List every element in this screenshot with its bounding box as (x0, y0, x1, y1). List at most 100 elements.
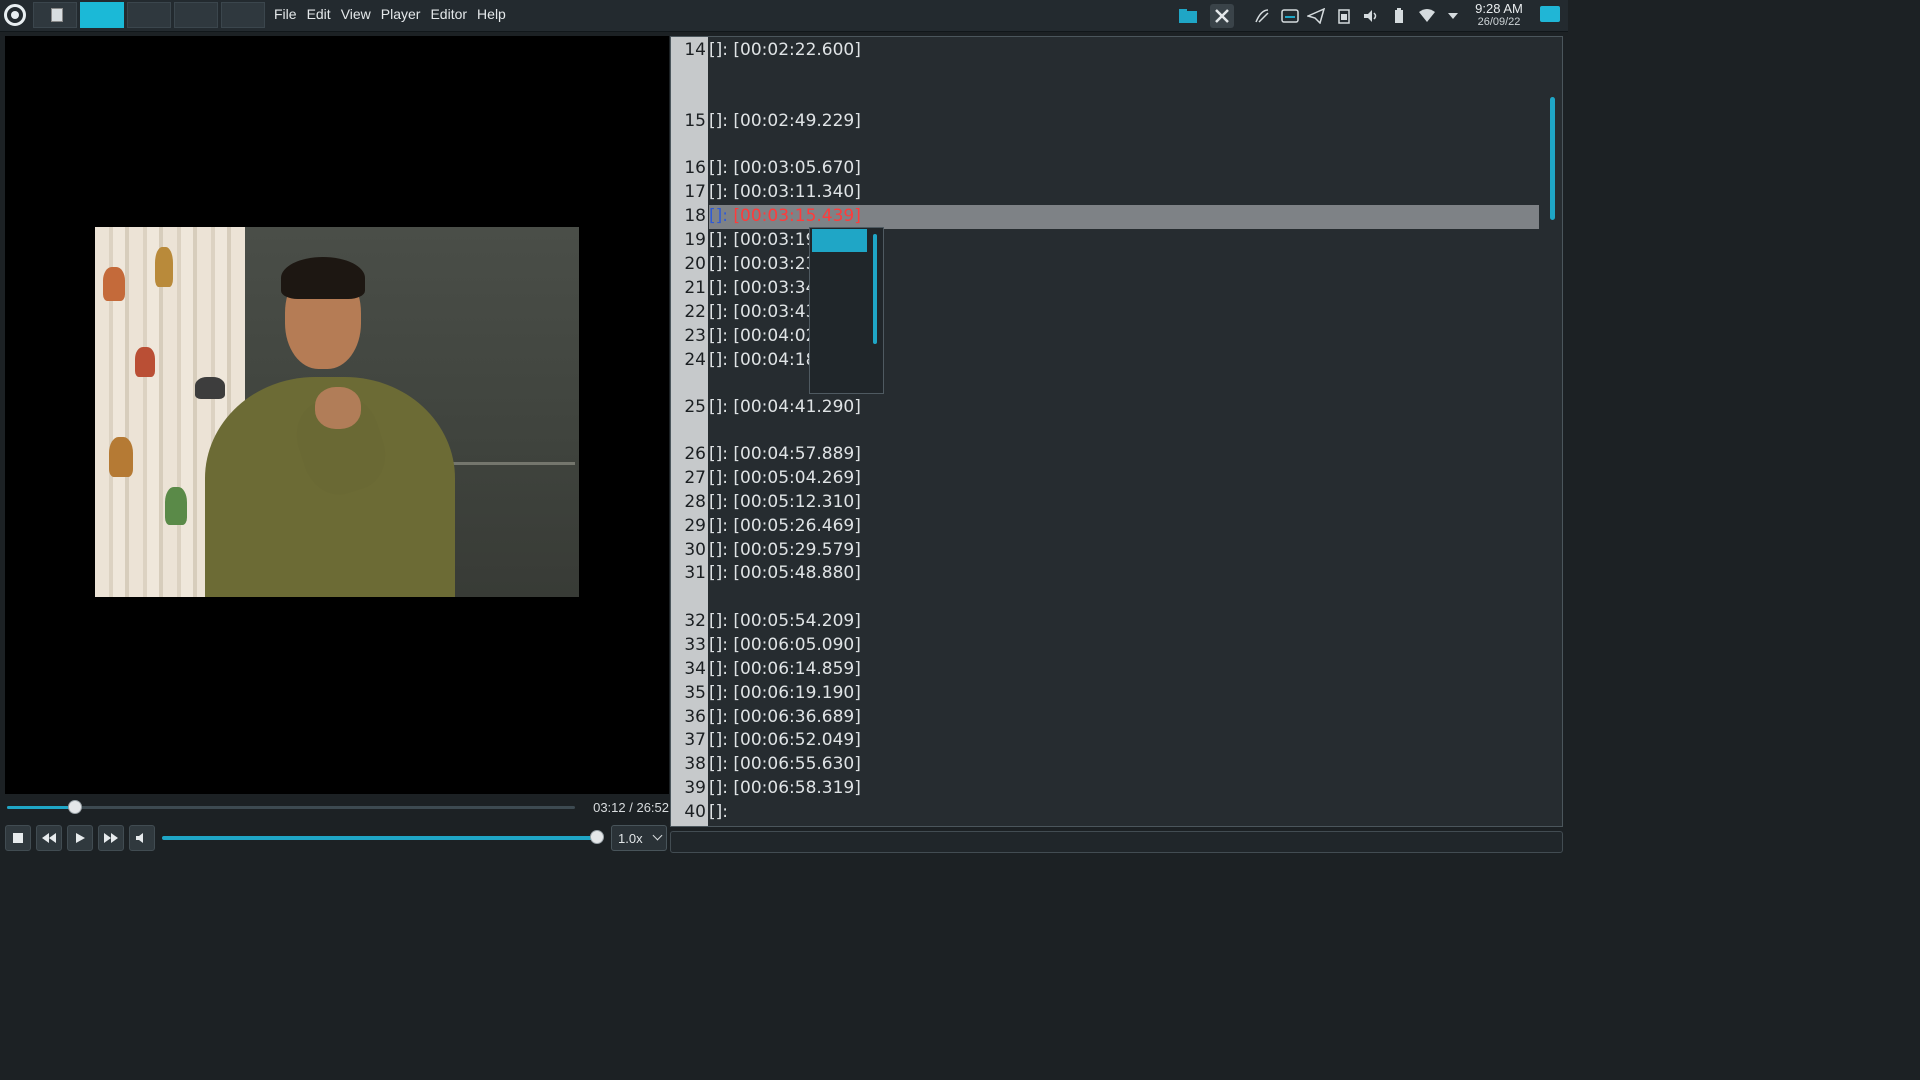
transcript-line[interactable]: 28 []: [00:05:12.310] (671, 491, 1543, 515)
task-button-empty[interactable] (221, 2, 265, 28)
stop-button[interactable] (5, 825, 31, 851)
file-manager-icon[interactable] (1176, 4, 1200, 28)
speaker-tag: []: (709, 111, 734, 131)
line-text[interactable]: []: [00:06:55.630] (709, 753, 1539, 777)
transcript-line[interactable]: 24 []: [00:04:18.60 (671, 349, 1543, 396)
line-text[interactable]: []: [00:05:04.269] (709, 467, 1539, 491)
autocomplete-item[interactable] (812, 323, 867, 346)
line-text[interactable]: []: [00:05:29.579] (709, 539, 1539, 563)
show-desktop-icon[interactable] (1540, 6, 1560, 22)
play-button[interactable] (67, 825, 93, 851)
line-text[interactable]: []: [00:04:41.290] (709, 396, 1539, 420)
task-button-active[interactable] (80, 2, 124, 28)
transcript-line[interactable]: 20 []: [00:03:23.610] (671, 253, 1543, 277)
line-text[interactable]: []: [00:06:52.049] (709, 729, 1539, 753)
xournal-icon[interactable] (1210, 4, 1234, 28)
transcript-line[interactable]: 31 []: [00:05:48.880] (671, 562, 1543, 610)
line-number: 35 (684, 683, 706, 703)
line-text[interactable]: []: [00:06:05.090] (709, 634, 1539, 658)
transcript-line[interactable]: 37 []: [00:06:52.049] (671, 729, 1543, 753)
transcript-line[interactable]: 27 []: [00:05:04.269] (671, 467, 1543, 491)
transcript-line[interactable]: 33 []: [00:06:05.090] (671, 634, 1543, 658)
mute-button[interactable] (129, 825, 155, 851)
rewind-button[interactable] (36, 825, 62, 851)
battery-icon[interactable] (1387, 4, 1411, 28)
autocomplete-item[interactable] (812, 371, 867, 394)
autocomplete-scrollbar[interactable] (873, 234, 877, 344)
transcript-line[interactable]: 23 []: [00:04:02.269] (671, 325, 1543, 349)
line-text[interactable]: []: (709, 801, 1539, 825)
transcript-line[interactable]: 21 []: [00:03:34.430] (671, 277, 1543, 301)
speed-select[interactable]: 1.0x (611, 825, 667, 851)
transcript-line[interactable]: 30 []: [00:05:29.579] (671, 539, 1543, 563)
menu-player[interactable]: Player (381, 6, 421, 26)
line-text[interactable]: []: [00:05:26.469] (709, 515, 1539, 539)
task-button-mpv[interactable] (33, 2, 77, 28)
task-button-empty[interactable] (127, 2, 171, 28)
menu-editor[interactable]: Editor (430, 6, 467, 26)
autocomplete-item[interactable] (812, 253, 867, 276)
volume-icon[interactable] (1359, 4, 1383, 28)
status-field[interactable] (670, 831, 1563, 853)
menu-help[interactable]: Help (477, 6, 506, 26)
transcript-line[interactable]: 19 []: [00:03:19.520] (671, 229, 1543, 253)
transcript-line[interactable]: 36 []: [00:06:36.689] (671, 706, 1543, 730)
line-text[interactable]: []: [00:06:36.689] (709, 706, 1539, 730)
autocomplete-item[interactable] (812, 276, 867, 299)
autocomplete-popup[interactable] (809, 227, 884, 394)
transcript-line[interactable]: 16 []: [00:03:05.670] (671, 157, 1543, 181)
line-text[interactable]: []: [00:05:54.209] (709, 610, 1539, 634)
autocomplete-item[interactable] (812, 300, 867, 323)
video-player[interactable] (5, 36, 669, 794)
line-text[interactable]: []: [00:05:12.310] (709, 491, 1539, 515)
wifi-icon[interactable] (1415, 4, 1439, 28)
telegram-icon[interactable] (1304, 4, 1328, 28)
autocomplete-item[interactable] (812, 229, 867, 252)
line-text[interactable]: []: [00:03:11.340] (709, 181, 1539, 205)
menu-file[interactable]: File (274, 6, 297, 26)
line-text[interactable]: []: [00:06:19.190] (709, 682, 1539, 706)
editor-scrollbar[interactable] (1550, 97, 1555, 220)
clipboard-icon[interactable] (1332, 4, 1356, 28)
seek-handle[interactable] (67, 800, 82, 814)
autocomplete-item[interactable] (812, 347, 867, 370)
timestamp: [00:04:41.290] (733, 397, 861, 417)
transcript-line[interactable]: 39 []: [00:06:58.319] (671, 777, 1543, 801)
line-text[interactable]: []: [00:06:14.859] (709, 658, 1539, 682)
volume-handle[interactable] (590, 830, 604, 844)
clock[interactable]: 9:28 AM 26/09/22 (1470, 1, 1528, 29)
task-button-empty[interactable] (174, 2, 218, 28)
speaker-tag: []: (709, 182, 734, 202)
line-text[interactable]: []: [00:05:48.880] (709, 562, 1539, 586)
volume-slider[interactable] (162, 830, 604, 845)
transcript-line[interactable]: 22 []: [00:03:43.950] (671, 301, 1543, 325)
transcript-line[interactable]: 34 []: [00:06:14.859] (671, 658, 1543, 682)
transcript-line[interactable]: 14 []: [00:02:22.600] (671, 39, 1543, 110)
clock-date: 26/09/22 (1477, 16, 1521, 28)
line-text[interactable]: []: [00:02:49.229] (709, 110, 1539, 134)
chevron-down-icon[interactable] (1441, 4, 1465, 28)
transcript-line[interactable]: 29 []: [00:05:26.469] (671, 515, 1543, 539)
pen-icon[interactable] (1250, 4, 1274, 28)
transcript-line[interactable]: 40 []: (671, 801, 1543, 826)
seek-slider[interactable] (7, 800, 575, 814)
transcript-line[interactable]: 15 []: [00:02:49.229] (671, 110, 1543, 157)
keyboard-icon[interactable] (1278, 4, 1302, 28)
transcript-line[interactable]: 32 []: [00:05:54.209] (671, 610, 1543, 634)
app-launcher-icon[interactable] (4, 4, 26, 26)
transcript-line[interactable]: 25 []: [00:04:41.290] (671, 396, 1543, 443)
transcript-editor[interactable]: 14 []: [00:02:22.600] 15 []: [00:02:49.229]… (670, 36, 1563, 827)
transcript-line[interactable]: 18 []: [00:03:15.439] (671, 205, 1543, 229)
line-text[interactable]: []: [00:02:22.600] (709, 39, 1539, 63)
menu-edit[interactable]: Edit (307, 6, 331, 26)
line-text[interactable]: []: [00:04:57.889] (709, 443, 1539, 467)
transcript-line[interactable]: 26 []: [00:04:57.889] (671, 443, 1543, 467)
transcript-line[interactable]: 35 []: [00:06:19.190] (671, 682, 1543, 706)
menu-view[interactable]: View (341, 6, 371, 26)
line-text[interactable]: []: [00:06:58.319] (709, 777, 1539, 801)
line-text[interactable]: []: [00:03:15.439] (709, 205, 1539, 229)
fast-forward-button[interactable] (98, 825, 124, 851)
transcript-line[interactable]: 38 []: [00:06:55.630] (671, 753, 1543, 777)
transcript-line[interactable]: 17 []: [00:03:11.340] (671, 181, 1543, 205)
line-text[interactable]: []: [00:03:05.670] (709, 157, 1539, 181)
